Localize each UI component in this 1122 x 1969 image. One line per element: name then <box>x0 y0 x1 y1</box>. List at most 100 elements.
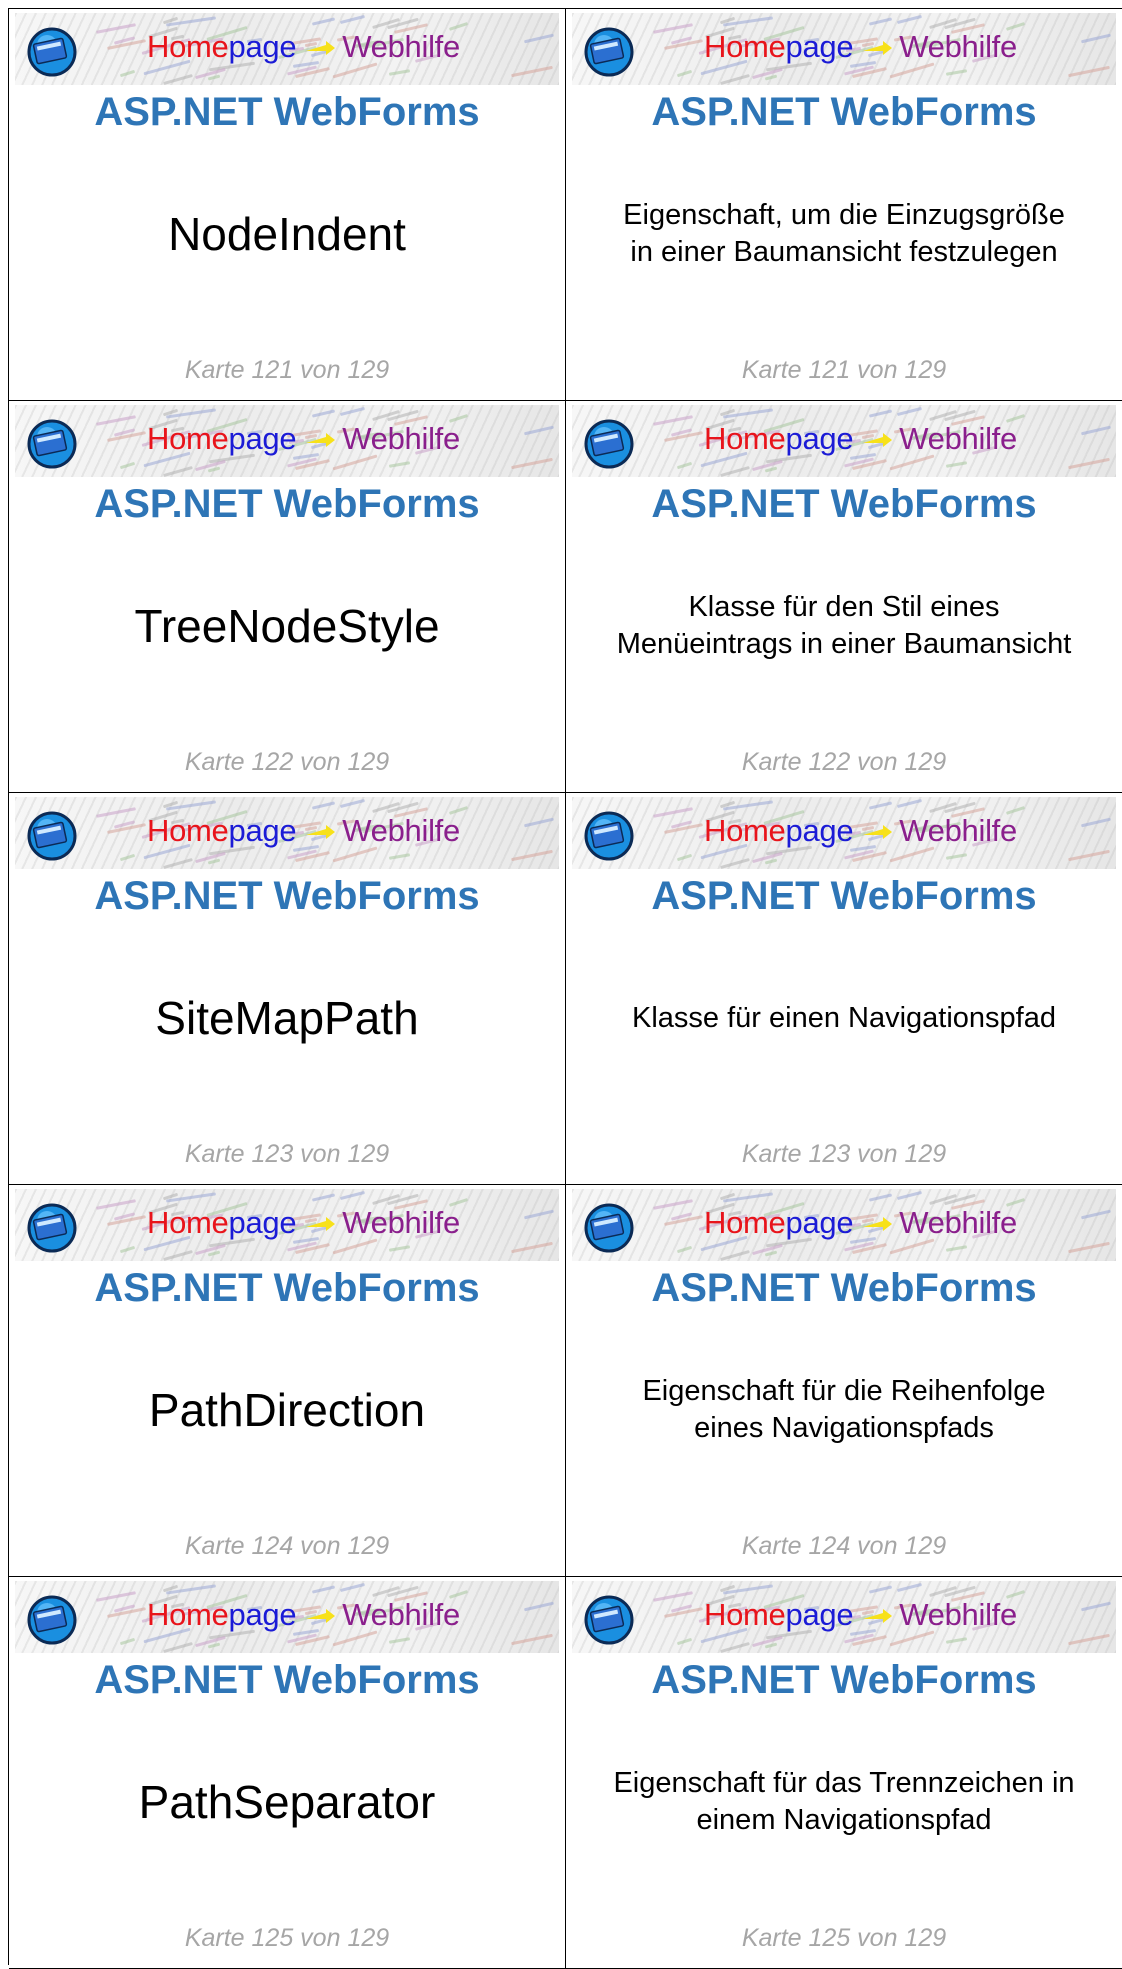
card-definition: Klasse für einen Navigationspfad <box>586 933 1102 1103</box>
banner-home-part2: page <box>785 29 854 64</box>
card-number: Karte 121 von 129 <box>741 356 947 384</box>
banner-webhilfe: Webhilfe <box>899 813 1017 848</box>
banner-title: Homepage Webhilfe <box>704 419 1017 459</box>
yellow-arrow-icon <box>863 432 893 447</box>
homepage-logo-icon <box>27 1203 77 1253</box>
homepage-logo-icon <box>584 27 634 77</box>
banner-home-part1: Home <box>704 813 786 848</box>
definition-line: Klasse für den Stil eines <box>688 591 1000 623</box>
banner-home-part1: Home <box>704 421 786 456</box>
card-number: Karte 124 von 129 <box>741 1532 947 1560</box>
banner-webhilfe: Webhilfe <box>342 29 460 64</box>
card-definition: Klasse für den Stil eines Menüeintrags in… <box>586 541 1102 711</box>
banner: Homepage Webhilfe <box>15 1189 559 1261</box>
banner-home-part2: page <box>785 1205 854 1240</box>
banner: Homepage Webhilfe <box>15 405 559 477</box>
definition-line: Eigenschaft für die Reihenfolge <box>642 1375 1046 1407</box>
banner-home-part2: page <box>785 813 854 848</box>
flashcard-front: Homepage Webhilfe ASP.NET WebForms NodeIn… <box>9 9 566 401</box>
definition-line: Eigenschaft für das Trennzeichen in <box>613 1767 1075 1799</box>
card-topic: ASP.NET WebForms <box>651 1658 1037 1702</box>
card-topic: ASP.NET WebForms <box>94 1266 480 1310</box>
banner-title: Homepage Webhilfe <box>147 811 460 851</box>
flashcard-back: Homepage Webhilfe ASP.NET WebForms Eigens… <box>566 1577 1122 1969</box>
banner-home-part1: Home <box>147 29 229 64</box>
card-number: Karte 122 von 129 <box>184 748 390 776</box>
card-number: Karte 124 von 129 <box>184 1532 390 1560</box>
flashcard-back: Homepage Webhilfe ASP.NET WebForms Eigens… <box>566 1185 1122 1577</box>
banner-webhilfe: Webhilfe <box>342 1205 460 1240</box>
banner-title: Homepage Webhilfe <box>147 1595 460 1635</box>
banner-webhilfe: Webhilfe <box>342 1597 460 1632</box>
card-term: SiteMapPath <box>155 992 419 1044</box>
banner-webhilfe: Webhilfe <box>899 421 1017 456</box>
card-term: TreeNodeStyle <box>134 600 440 652</box>
flashcard-front: Homepage Webhilfe ASP.NET WebForms TreeNo… <box>9 401 566 793</box>
banner: Homepage Webhilfe <box>572 1581 1116 1653</box>
card-definition: Eigenschaft für das Trennzeichen in einem… <box>586 1717 1102 1887</box>
card-term: NodeIndent <box>168 208 406 260</box>
banner-home-part1: Home <box>704 1205 786 1240</box>
banner-home-part1: Home <box>147 1597 229 1632</box>
card-topic: ASP.NET WebForms <box>94 1658 480 1702</box>
flashcard-front: Homepage Webhilfe ASP.NET WebForms SiteMa… <box>9 793 566 1185</box>
banner-title: Homepage Webhilfe <box>147 419 460 459</box>
banner-home-part2: page <box>228 1597 297 1632</box>
yellow-arrow-icon <box>306 1608 336 1623</box>
banner-webhilfe: Webhilfe <box>899 1597 1017 1632</box>
yellow-arrow-icon <box>863 40 893 55</box>
banner-title: Homepage Webhilfe <box>147 1203 460 1243</box>
homepage-logo-icon <box>584 1203 634 1253</box>
banner-title: Homepage Webhilfe <box>704 1595 1017 1635</box>
homepage-logo-icon <box>27 1595 77 1645</box>
yellow-arrow-icon <box>863 1608 893 1623</box>
banner-title: Homepage Webhilfe <box>147 27 460 67</box>
homepage-logo-icon <box>27 419 77 469</box>
definition-line: Klasse für einen Navigationspfad <box>632 1001 1056 1034</box>
flashcard-front: Homepage Webhilfe ASP.NET WebForms PathDi… <box>9 1185 566 1577</box>
yellow-arrow-icon <box>863 824 893 839</box>
banner-title: Homepage Webhilfe <box>704 1203 1017 1243</box>
banner-title: Homepage Webhilfe <box>704 27 1017 67</box>
homepage-logo-icon <box>27 27 77 77</box>
banner-webhilfe: Webhilfe <box>342 813 460 848</box>
banner: Homepage Webhilfe <box>15 1581 559 1653</box>
banner: Homepage Webhilfe <box>572 1189 1116 1261</box>
card-number: Karte 121 von 129 <box>184 356 390 384</box>
yellow-arrow-icon <box>306 1216 336 1231</box>
banner: Homepage Webhilfe <box>572 13 1116 85</box>
card-number: Karte 125 von 129 <box>184 1924 390 1952</box>
card-topic: ASP.NET WebForms <box>94 482 480 526</box>
card-number: Karte 123 von 129 <box>741 1140 947 1168</box>
card-topic: ASP.NET WebForms <box>651 482 1037 526</box>
banner-webhilfe: Webhilfe <box>899 1205 1017 1240</box>
card-topic: ASP.NET WebForms <box>94 90 480 134</box>
homepage-logo-icon <box>584 419 634 469</box>
banner-home-part2: page <box>228 813 297 848</box>
definition-line: eines Navigationspfads <box>694 1412 994 1444</box>
card-term: PathSeparator <box>138 1776 436 1828</box>
banner-home-part1: Home <box>704 1597 786 1632</box>
flashcard-front: Homepage Webhilfe ASP.NET WebForms PathSe… <box>9 1577 566 1969</box>
banner-title: Homepage Webhilfe <box>704 811 1017 851</box>
card-definition: Eigenschaft, um die Einzugsgröße in einer… <box>586 149 1102 319</box>
banner-home-part2: page <box>228 29 297 64</box>
yellow-arrow-icon <box>306 824 336 839</box>
homepage-logo-icon <box>584 1595 634 1645</box>
yellow-arrow-icon <box>306 40 336 55</box>
card-number: Karte 123 von 129 <box>184 1140 390 1168</box>
homepage-logo-icon <box>27 811 77 861</box>
flashcard-back: Homepage Webhilfe ASP.NET WebForms Klasse… <box>566 793 1122 1185</box>
yellow-arrow-icon <box>863 1216 893 1231</box>
card-topic: ASP.NET WebForms <box>651 874 1037 918</box>
flashcard-back: Homepage Webhilfe ASP.NET WebForms Klasse… <box>566 401 1122 793</box>
banner: Homepage Webhilfe <box>15 13 559 85</box>
banner-home-part2: page <box>785 421 854 456</box>
banner-home-part2: page <box>228 1205 297 1240</box>
flashcard-back: Homepage Webhilfe ASP.NET WebForms Eigens… <box>566 9 1122 401</box>
banner-webhilfe: Webhilfe <box>899 29 1017 64</box>
banner-home-part2: page <box>785 1597 854 1632</box>
banner-home-part1: Home <box>147 421 229 456</box>
banner-home-part1: Home <box>704 29 786 64</box>
card-topic: ASP.NET WebForms <box>651 90 1037 134</box>
